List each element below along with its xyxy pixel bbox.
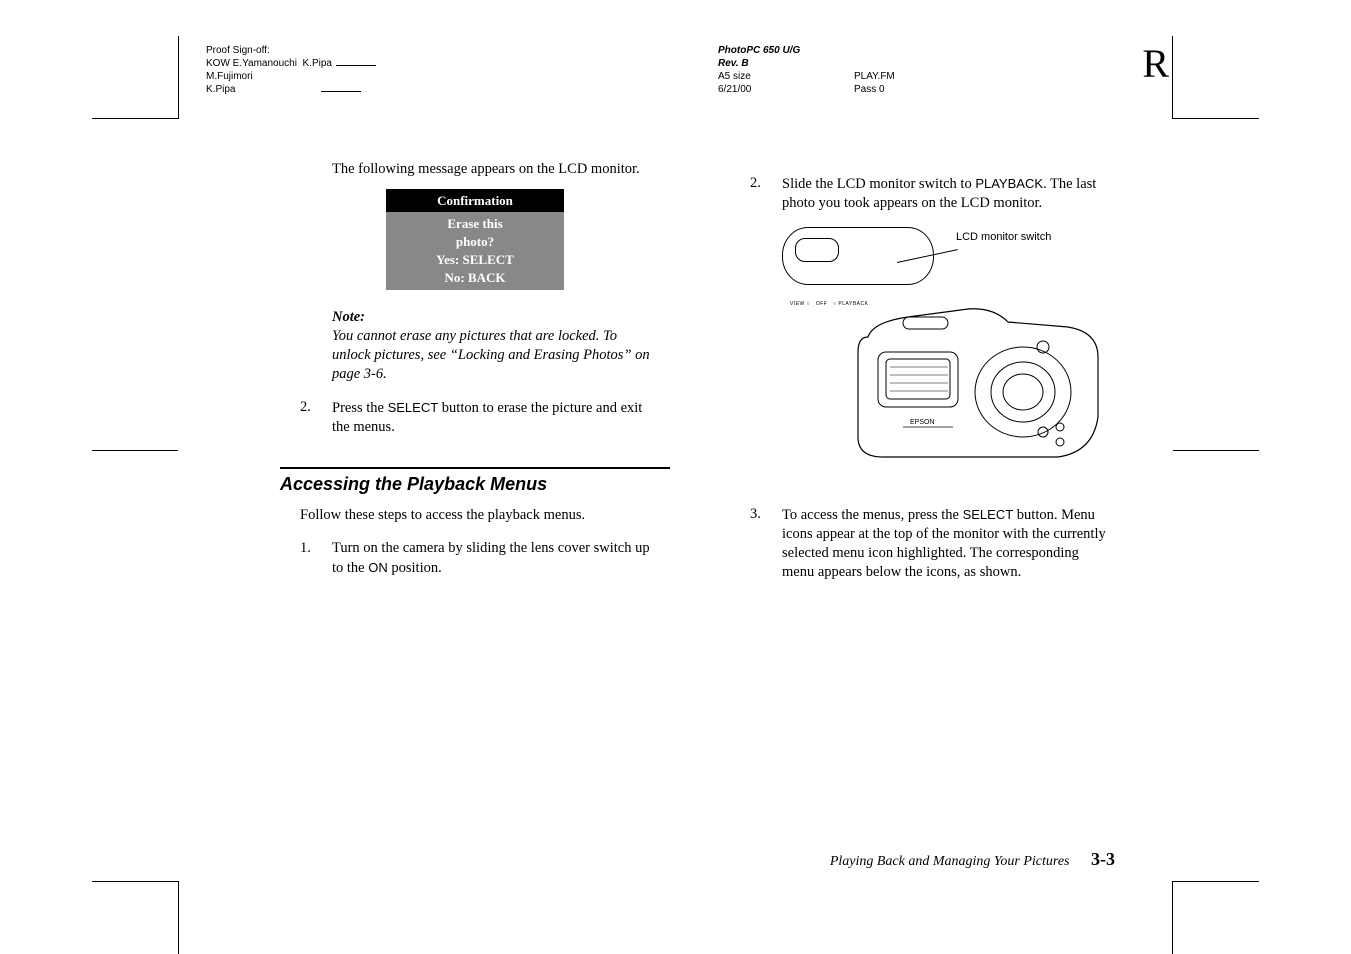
camera-illustration: VIEW ○ OFF ○ PLAYBACK LCD monitor switch: [782, 227, 1120, 487]
footer-title: Playing Back and Managing Your Pictures: [830, 854, 1070, 869]
callout-label: LCD monitor switch: [956, 231, 1051, 244]
body-text: The following message appears on the LCD…: [332, 160, 670, 179]
page-number: 3-3: [1091, 849, 1115, 869]
doc-rev: Rev. B: [718, 57, 895, 70]
section-rule: [280, 467, 670, 469]
svg-text:EPSON: EPSON: [910, 419, 935, 426]
crop-mark: [1172, 881, 1173, 954]
page-footer: Playing Back and Managing Your Pictures …: [830, 849, 1115, 870]
doc-date: 6/21/00: [718, 83, 854, 96]
confirmation-dialog-illustration: Confirmation Erase this photo? Yes: SELE…: [386, 189, 564, 290]
crop-mark: [178, 881, 179, 954]
dialog-body: Erase this photo? Yes: SELECT No: BACK: [386, 212, 564, 290]
note-heading: Note:: [332, 308, 670, 327]
crop-mark: [1173, 450, 1259, 451]
proof-signoff-block: Proof Sign-off: KOW E.Yamanouchi K.Pipa …: [206, 44, 376, 96]
crop-mark: [1172, 36, 1173, 119]
crop-mark: [92, 118, 178, 119]
right-column: 2.Slide the LCD monitor switch to PLAYBA…: [730, 160, 1120, 820]
doc-info-block: PhotoPC 650 U/G Rev. B A5 sizePLAY.FM 6/…: [718, 44, 895, 96]
step-item: 2.Press the SELECT button to erase the p…: [300, 398, 670, 437]
crop-mark: [92, 450, 178, 451]
proof-line: K.Pipa: [206, 83, 376, 96]
lcd-switch-closeup: [782, 227, 934, 285]
page-content: The following message appears on the LCD…: [280, 160, 1120, 820]
step-item: 3.To access the menus, press the SELECT …: [750, 505, 1120, 582]
step-item: 2.Slide the LCD monitor switch to PLAYBA…: [750, 174, 1120, 213]
proof-line: Proof Sign-off:: [206, 44, 376, 57]
camera-svg-icon: EPSON: [848, 297, 1108, 472]
left-column: The following message appears on the LCD…: [280, 160, 670, 820]
doc-pass: Pass 0: [854, 83, 885, 96]
section-heading: Accessing the Playback Menus: [280, 475, 670, 494]
dialog-title: Confirmation: [386, 189, 564, 212]
page-side-marker: R: [1142, 40, 1169, 87]
crop-mark: [178, 36, 179, 119]
crop-mark: [1173, 881, 1259, 882]
step-item: 1.Turn on the camera by sliding the lens…: [300, 539, 670, 578]
doc-file: PLAY.FM: [854, 70, 895, 83]
crop-mark: [92, 881, 178, 882]
crop-mark: [1173, 118, 1259, 119]
proof-line: M.Fujimori: [206, 70, 376, 83]
doc-title: PhotoPC 650 U/G: [718, 44, 895, 57]
note-body: You cannot erase any pictures that are l…: [332, 327, 650, 384]
body-text: Follow these steps to access the playbac…: [300, 506, 670, 525]
camera-body-drawing: EPSON: [848, 297, 1108, 472]
proof-line: KOW E.Yamanouchi K.Pipa: [206, 57, 376, 70]
doc-size: A5 size: [718, 70, 854, 83]
